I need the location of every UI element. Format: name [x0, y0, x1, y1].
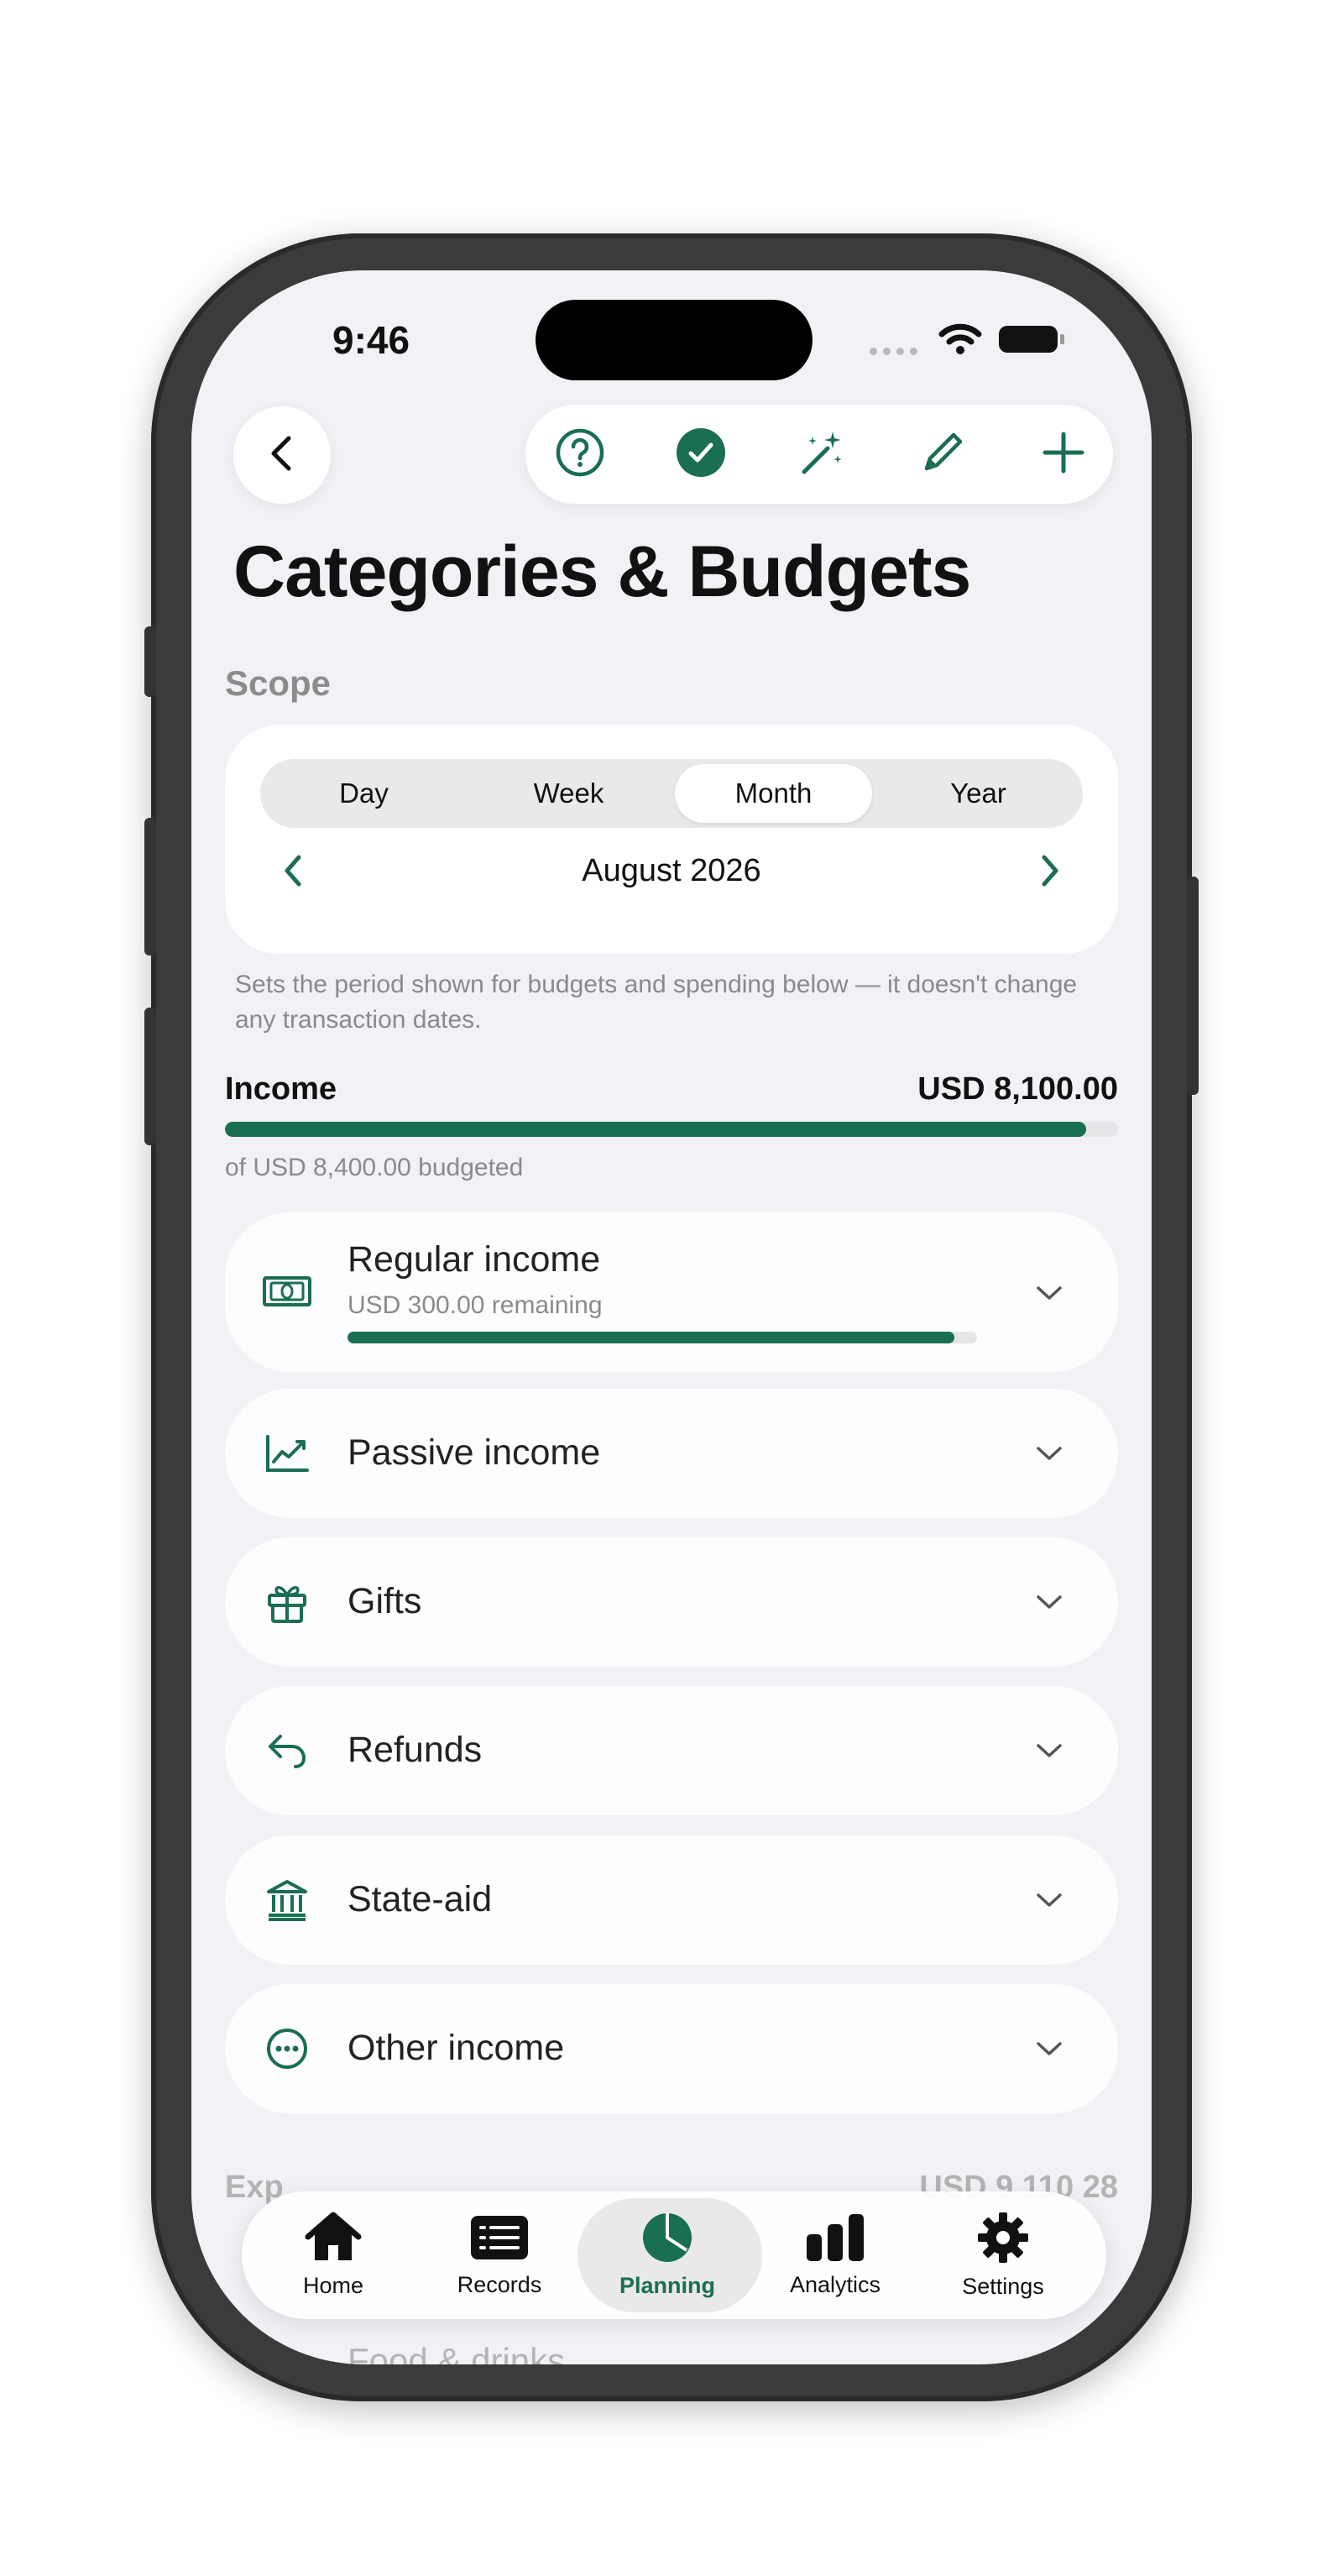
gear-icon: [976, 2211, 1030, 2269]
magic-wand-icon: [796, 427, 848, 483]
category-other-income[interactable]: Other income: [225, 1984, 1118, 2113]
screen: 9:46 Categories & Budgets Scope Day Week…: [191, 270, 1152, 2364]
chevron-left-icon: [265, 433, 299, 478]
chevron-right-icon: [1037, 852, 1063, 893]
period-label: August 2026: [582, 853, 761, 888]
category-gifts[interactable]: Gifts: [225, 1537, 1118, 1667]
tab-records[interactable]: Records: [413, 2191, 586, 2319]
tab-settings[interactable]: Settings: [917, 2191, 1090, 2319]
tab-label: Home: [302, 2273, 364, 2298]
auto-assign-button[interactable]: [792, 425, 851, 484]
checkmark-circle-icon: [675, 427, 727, 483]
volume-up-button: [144, 818, 156, 956]
gift-icon: [262, 1577, 312, 1627]
category-refunds[interactable]: Refunds: [225, 1686, 1118, 1815]
pie-chart-icon: [641, 2212, 693, 2268]
dynamic-island: [536, 300, 813, 380]
return-arrow-icon: [262, 1725, 312, 1776]
tab-label: Analytics: [789, 2272, 881, 2297]
page-title: Categories & Budgets: [233, 531, 971, 612]
edit-button[interactable]: [913, 425, 972, 484]
help-button[interactable]: [551, 425, 609, 484]
income-label: Income: [225, 1071, 337, 1107]
bar-chart-icon: [805, 2212, 865, 2267]
cellular-signal-icon: [870, 348, 917, 355]
scope-label: Scope: [225, 663, 332, 703]
chevron-down-icon[interactable]: [1031, 1275, 1068, 1312]
segment-week[interactable]: Week: [470, 764, 667, 823]
chevron-down-icon[interactable]: [1031, 1882, 1068, 1919]
tab-label: Records: [457, 2272, 542, 2297]
chart-line-icon: [262, 1428, 312, 1479]
tab-planning[interactable]: Planning: [581, 2191, 754, 2319]
chevron-down-icon[interactable]: [1031, 1584, 1068, 1620]
tab-home[interactable]: Home: [247, 2191, 420, 2319]
house-icon: [303, 2212, 363, 2268]
scope-card: Day Week Month Year August 2026: [225, 725, 1118, 954]
category-remaining: USD 300.00 remaining: [348, 1291, 603, 1319]
category-name: Other income: [348, 2028, 565, 2068]
category-state-aid[interactable]: State-aid: [225, 1835, 1118, 1965]
next-period-button[interactable]: [1029, 851, 1071, 893]
income-amount: USD 8,100.00: [917, 1071, 1118, 1107]
plus-icon: [1037, 427, 1090, 483]
volume-down-button: [144, 1008, 156, 1145]
chevron-down-icon[interactable]: [1031, 1435, 1068, 1472]
tab-label: Planning: [619, 2273, 715, 2298]
tab-bar: Home Records Planning Analytics Settings: [242, 2191, 1106, 2319]
bank-icon: [262, 1875, 312, 1925]
add-button[interactable]: [1034, 425, 1093, 484]
scope-hint: Sets the period shown for budgets and sp…: [235, 971, 1078, 1034]
segment-month[interactable]: Month: [675, 764, 872, 823]
category-progress-bar: [348, 1332, 977, 1343]
category-name: Passive income: [348, 1432, 601, 1473]
income-progress-fill: [225, 1122, 1086, 1137]
chevron-down-icon[interactable]: [1031, 2030, 1068, 2067]
scope-segmented-control: Day Week Month Year: [260, 759, 1083, 828]
income-budgeted: of USD 8,400.00 budgeted: [225, 1154, 524, 1181]
action-button: [144, 626, 156, 697]
income-progress-bar: [225, 1122, 1118, 1137]
category-regular-income[interactable]: Regular income USD 300.00 remaining: [225, 1212, 1118, 1372]
category-passive-income[interactable]: Passive income: [225, 1389, 1118, 1518]
back-button[interactable]: [233, 406, 331, 504]
tab-label: Settings: [962, 2274, 1044, 2299]
category-name: Refunds: [348, 1730, 483, 1770]
category-progress-fill: [348, 1332, 954, 1343]
list-icon: [469, 2212, 530, 2267]
help-icon: [554, 427, 606, 483]
category-food-drinks: Food & drinks: [348, 2341, 566, 2364]
category-name: Regular income: [348, 1239, 601, 1280]
tab-analytics[interactable]: Analytics: [749, 2191, 922, 2319]
segment-day[interactable]: Day: [265, 764, 462, 823]
wifi-icon: [938, 322, 982, 360]
confirm-button[interactable]: [672, 425, 730, 484]
ellipsis-circle-icon: [262, 2024, 312, 2074]
category-name: Gifts: [348, 1581, 422, 1621]
side-button: [1187, 877, 1199, 1095]
segment-year[interactable]: Year: [880, 764, 1077, 823]
battery-icon: [999, 326, 1064, 353]
pencil-icon: [917, 427, 969, 483]
banknote-icon: [262, 1266, 312, 1317]
chevron-down-icon[interactable]: [1031, 1732, 1068, 1769]
top-toolbar: [525, 405, 1113, 504]
category-name: State-aid: [348, 1879, 493, 1919]
status-time: 9:46: [332, 318, 410, 362]
